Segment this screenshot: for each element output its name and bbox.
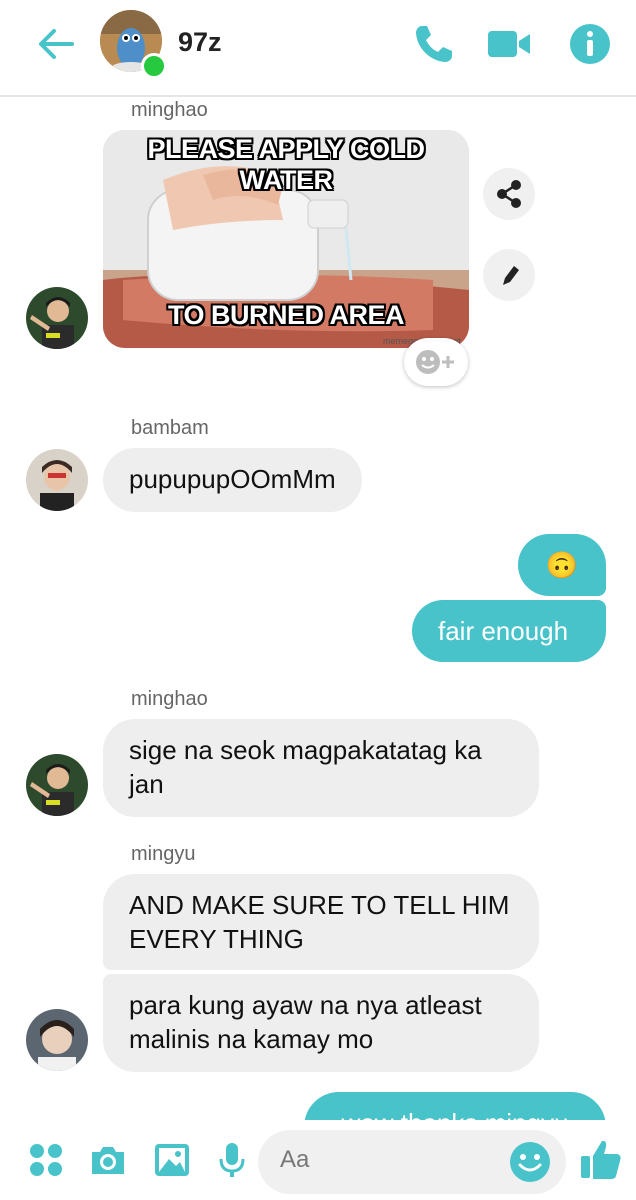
message-bubble[interactable]: para kung ayaw na nya atleast malinis na… (103, 974, 539, 1072)
thumbs-up-icon[interactable] (578, 1136, 624, 1182)
back-arrow-icon[interactable] (34, 22, 78, 66)
online-status-dot (141, 53, 167, 79)
message-input-placeholder: Aa (280, 1146, 310, 1173)
video-camera-icon[interactable] (486, 20, 534, 68)
info-icon[interactable] (566, 20, 614, 68)
microphone-icon[interactable] (212, 1140, 252, 1180)
meme-image[interactable]: PLEASE APPLY COLD WATER TO BURNED AREA m… (103, 130, 469, 348)
sender-name: mingyu (131, 843, 196, 865)
chat-title[interactable]: 97z (178, 27, 222, 58)
add-reaction-button[interactable] (404, 338, 468, 386)
outgoing-message-bubble[interactable]: fair enough (412, 600, 606, 662)
share-button[interactable] (483, 168, 535, 220)
chat-header: 97z (0, 0, 636, 97)
camera-icon[interactable] (88, 1140, 128, 1180)
sender-name: minghao (131, 688, 208, 710)
message-bubble[interactable]: AND MAKE SURE TO TELL HIM EVERY THING (103, 874, 539, 970)
message-bubble[interactable]: pupupupOOmMm (103, 448, 362, 512)
sender-name: minghao (131, 99, 208, 121)
share-icon (497, 180, 521, 208)
apps-icon[interactable] (26, 1140, 66, 1180)
add-reaction-icon (416, 350, 454, 374)
message-input[interactable]: Aa (258, 1130, 566, 1194)
message-bubble[interactable]: sige na seok magpakatatag ka jan (103, 719, 539, 817)
avatar[interactable] (26, 287, 88, 349)
meme-top-caption: PLEASE APPLY COLD WATER (147, 134, 425, 195)
gallery-icon[interactable] (152, 1140, 192, 1180)
meme-bottom-caption: TO BURNED AREA (167, 300, 405, 330)
emoji-icon[interactable] (508, 1140, 552, 1184)
avatar[interactable] (26, 449, 88, 511)
avatar[interactable] (26, 1009, 88, 1071)
phone-icon[interactable] (410, 20, 458, 68)
sender-name: bambam (131, 417, 209, 439)
avatar[interactable] (26, 754, 88, 816)
edit-button[interactable] (483, 249, 535, 301)
outgoing-emoji-bubble[interactable]: 🙃 (518, 534, 606, 596)
pencil-icon (503, 266, 519, 285)
